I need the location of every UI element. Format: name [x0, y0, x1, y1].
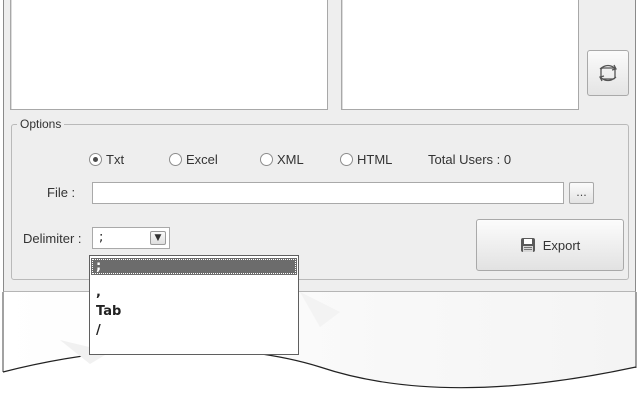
dropdown-item-slash[interactable]: /: [91, 322, 297, 339]
chevron-down-icon[interactable]: ▼: [150, 231, 166, 245]
dropdown-item-semicolon[interactable]: ;: [91, 258, 297, 275]
delimiter-label: Delimiter :: [23, 231, 82, 246]
export-label: Export: [542, 237, 581, 253]
format-radio-xml[interactable]: XML: [260, 152, 304, 167]
radio-circle: [89, 153, 102, 166]
refresh-button[interactable]: [587, 50, 629, 96]
options-legend: Options: [17, 117, 65, 131]
delimiter-select[interactable]: ; ▼: [92, 227, 170, 249]
export-button[interactable]: Export: [476, 219, 624, 271]
radio-circle: [169, 153, 182, 166]
delimiter-dropdown-list: ; , Tab /: [89, 255, 299, 355]
radio-circle: [340, 153, 353, 166]
file-path-input[interactable]: [92, 182, 564, 204]
radio-label: Txt: [106, 152, 125, 167]
left-list-box[interactable]: [10, 0, 328, 110]
radio-label: HTML: [357, 152, 393, 167]
right-list-box[interactable]: [341, 0, 579, 110]
format-radio-html[interactable]: HTML: [340, 152, 392, 167]
radio-circle: [260, 153, 273, 166]
format-radio-excel[interactable]: Excel: [169, 152, 218, 167]
radio-label: Excel: [186, 152, 218, 167]
format-radio-txt[interactable]: Txt: [89, 152, 124, 167]
radio-label: XML: [277, 152, 304, 167]
file-label: File :: [47, 185, 76, 200]
delimiter-select-value: ;: [99, 230, 104, 245]
total-users-label: Total Users : 0: [428, 152, 512, 167]
refresh-icon: [599, 64, 617, 82]
dropdown-item-comma[interactable]: ,: [91, 284, 297, 301]
browse-button[interactable]: ...: [569, 182, 594, 204]
dropdown-item-tab[interactable]: Tab: [91, 303, 297, 320]
save-icon: [520, 238, 535, 252]
